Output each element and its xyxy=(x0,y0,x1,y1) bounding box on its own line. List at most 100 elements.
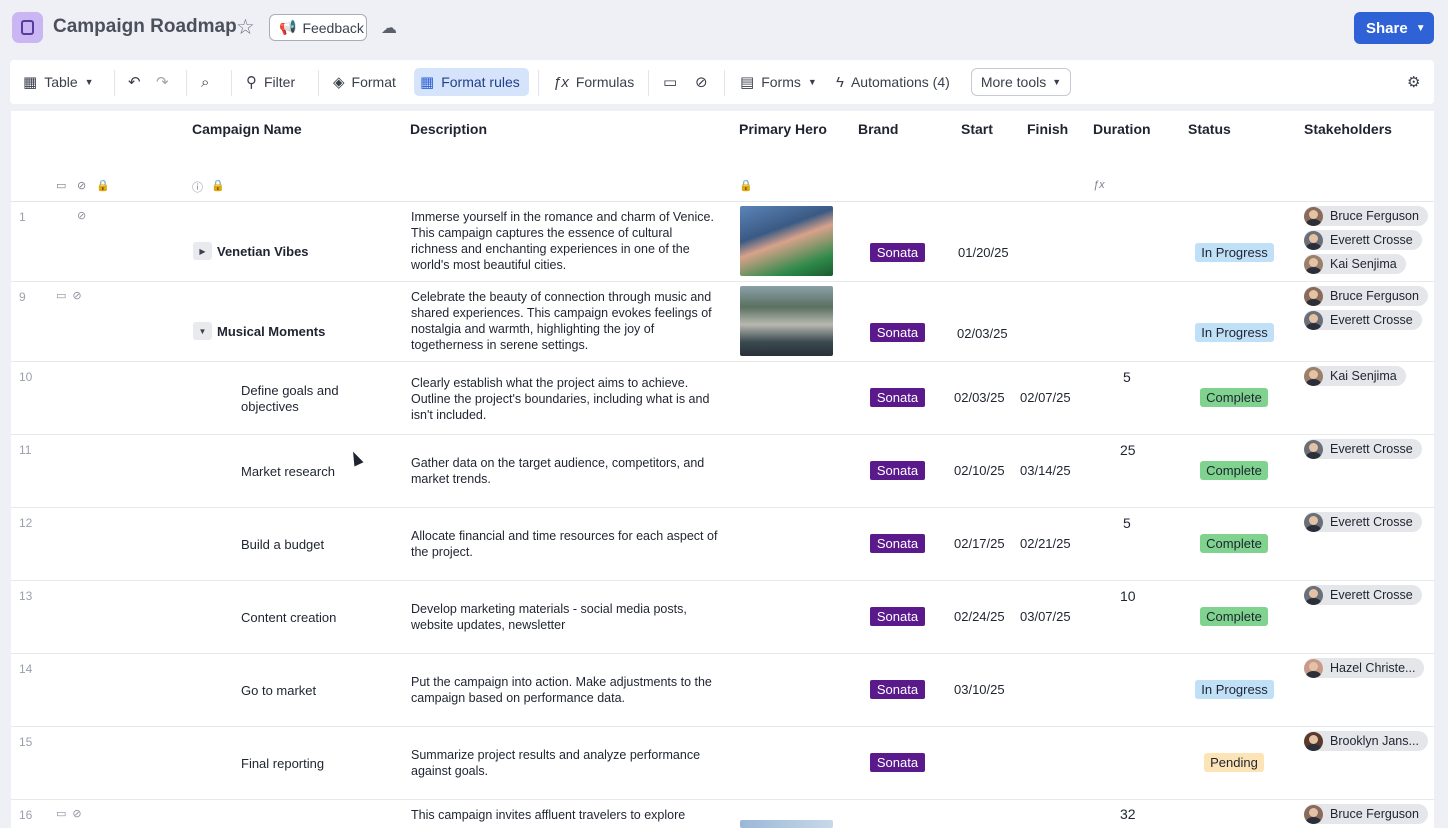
formulas-button[interactable]: ƒx Formulas xyxy=(553,60,634,104)
campaign-name[interactable]: Venetian Vibes xyxy=(217,244,309,259)
status-badge[interactable]: In Progress xyxy=(1195,680,1274,699)
start-date[interactable]: 02/03/25 xyxy=(954,390,1005,405)
brand-tag[interactable]: Sonata xyxy=(870,461,925,480)
table-row[interactable]: 11 Market research Gather data on the ta… xyxy=(11,435,1434,508)
share-button[interactable]: Share ▼ xyxy=(1354,12,1434,44)
brand-tag[interactable]: Sonata xyxy=(870,680,925,699)
paperclip-icon[interactable]: ⊘ xyxy=(77,209,86,222)
column-header-primary-hero[interactable]: Primary Hero xyxy=(739,121,827,137)
stakeholder-chip[interactable]: Everett Crosse xyxy=(1304,230,1422,250)
sheet-title[interactable]: Campaign Roadmap xyxy=(53,16,237,38)
status-badge[interactable]: In Progress xyxy=(1195,323,1274,342)
column-header-start[interactable]: Start xyxy=(961,121,993,137)
brand-tag[interactable]: Sonata xyxy=(870,607,925,626)
more-tools-button[interactable]: More tools ▼ xyxy=(971,68,1071,96)
column-header-description[interactable]: Description xyxy=(410,121,487,137)
description-cell[interactable]: Summarize project results and analyze pe… xyxy=(411,747,721,779)
status-badge[interactable]: Complete xyxy=(1200,388,1268,407)
paperclip-icon[interactable]: ⊘ xyxy=(72,807,81,820)
filter-button[interactable]: ⚲ Filter xyxy=(246,60,295,104)
paperclip-icon[interactable]: ⊘ xyxy=(72,289,81,302)
stakeholder-chip[interactable]: Everett Crosse xyxy=(1304,585,1422,605)
stakeholder-chip[interactable]: Kai Senjima xyxy=(1304,366,1406,386)
format-rules-button[interactable]: ▦ Format rules xyxy=(420,60,520,104)
status-badge[interactable]: Pending xyxy=(1204,753,1264,772)
stakeholder-chip[interactable]: Hazel Christe... xyxy=(1304,658,1425,678)
start-date[interactable]: 02/24/25 xyxy=(954,609,1005,624)
table-row[interactable]: 1 ⊘ ▶ Venetian Vibes Immerse yourself in… xyxy=(11,202,1434,282)
stakeholder-chip[interactable]: Bruce Ferguson xyxy=(1304,286,1428,306)
start-date[interactable]: 02/03/25 xyxy=(957,326,1008,341)
forms-button[interactable]: ▤ Forms ▼ xyxy=(740,60,817,104)
undo-button[interactable]: ↶ xyxy=(128,60,141,104)
comment-icon[interactable]: ▭ xyxy=(56,289,66,302)
finish-date[interactable]: 02/21/25 xyxy=(1020,536,1071,551)
hero-image-musical[interactable] xyxy=(740,286,833,356)
task-name[interactable]: Build a budget xyxy=(241,537,324,552)
campaign-name[interactable]: Musical Moments xyxy=(217,324,325,339)
finish-date[interactable]: 02/07/25 xyxy=(1020,390,1071,405)
description-cell[interactable]: Put the campaign into action. Make adjus… xyxy=(411,674,721,706)
stakeholder-chip[interactable]: Everett Crosse xyxy=(1304,310,1422,330)
status-badge[interactable]: In Progress xyxy=(1195,243,1274,262)
sheet-app-icon[interactable] xyxy=(12,12,43,43)
column-header-duration[interactable]: Duration xyxy=(1093,121,1151,137)
search-button[interactable]: ⌕ xyxy=(201,60,209,104)
stakeholder-chip[interactable]: Everett Crosse xyxy=(1304,512,1422,532)
start-date[interactable]: 01/20/25 xyxy=(958,245,1009,260)
start-date[interactable]: 03/10/25 xyxy=(954,682,1005,697)
collapse-toggle[interactable]: ▼ xyxy=(193,322,212,340)
duration-value[interactable]: 5 xyxy=(1123,515,1131,531)
stakeholder-chip[interactable]: Brooklyn Jans... xyxy=(1304,731,1428,751)
table-row[interactable]: 12 Build a budget Allocate financial and… xyxy=(11,508,1434,581)
task-name[interactable]: Market research xyxy=(241,464,335,479)
brand-tag[interactable]: Sonata xyxy=(870,534,925,553)
cloud-sync-icon[interactable]: ☁ xyxy=(381,18,397,38)
description-cell[interactable]: Develop marketing materials - social med… xyxy=(411,601,721,633)
table-row[interactable]: 10 Define goals and objectives Clearly e… xyxy=(11,362,1434,435)
table-row[interactable]: 9 ▭ ⊘ ▼ Musical Moments Celebrate the bea… xyxy=(11,282,1434,362)
status-badge[interactable]: Complete xyxy=(1200,607,1268,626)
description-cell[interactable]: Celebrate the beauty of connection throu… xyxy=(411,289,721,353)
table-row[interactable]: 16 ▭ ⊘ This campaign invites affluent tra… xyxy=(11,800,1434,828)
stakeholder-chip[interactable]: Kai Senjima xyxy=(1304,254,1406,274)
view-selector[interactable]: ▦ Table ▼ xyxy=(23,60,94,104)
description-cell[interactable]: Allocate financial and time resources fo… xyxy=(411,528,721,560)
start-date[interactable]: 02/10/25 xyxy=(954,463,1005,478)
brand-tag[interactable]: Sonata xyxy=(870,323,925,342)
duration-value[interactable]: 5 xyxy=(1123,369,1131,385)
brand-tag[interactable]: Sonata xyxy=(870,243,925,262)
stakeholder-chip[interactable]: Bruce Ferguson xyxy=(1304,206,1428,226)
hero-image-venice[interactable] xyxy=(740,206,833,276)
column-header-campaign-name[interactable]: Campaign Name xyxy=(192,121,302,137)
attachments-button[interactable]: ⊘ xyxy=(695,60,708,104)
stakeholder-chip[interactable]: Bruce Ferguson xyxy=(1304,804,1428,824)
description-cell[interactable]: Gather data on the target audience, comp… xyxy=(411,455,721,487)
automations-button[interactable]: ϟ Automations (4) xyxy=(836,60,950,104)
start-date[interactable]: 02/17/25 xyxy=(954,536,1005,551)
table-row[interactable]: 15 Final reporting Summarize project res… xyxy=(11,727,1434,800)
task-name[interactable]: Content creation xyxy=(241,610,336,625)
description-cell[interactable]: Clearly establish what the project aims … xyxy=(411,375,721,423)
brand-tag[interactable]: Sonata xyxy=(870,388,925,407)
redo-button[interactable]: ↷ xyxy=(156,60,169,104)
duration-value[interactable]: 32 xyxy=(1120,806,1136,822)
description-cell[interactable]: Immerse yourself in the romance and char… xyxy=(411,209,721,273)
comments-button[interactable]: ▭ xyxy=(663,60,677,104)
finish-date[interactable]: 03/07/25 xyxy=(1020,609,1071,624)
column-header-finish[interactable]: Finish xyxy=(1027,121,1068,137)
comment-icon[interactable]: ▭ xyxy=(56,807,66,820)
star-icon[interactable]: ☆ xyxy=(236,15,255,40)
column-header-status[interactable]: Status xyxy=(1188,121,1231,137)
info-icon[interactable]: ⓘ xyxy=(192,179,203,195)
stakeholder-chip[interactable]: Everett Crosse xyxy=(1304,439,1422,459)
settings-button[interactable]: ⚙ xyxy=(1407,60,1420,104)
task-name[interactable]: Define goals and objectives xyxy=(241,383,381,415)
brand-tag[interactable]: Sonata xyxy=(870,753,925,772)
status-badge[interactable]: Complete xyxy=(1200,461,1268,480)
expand-toggle[interactable]: ▶ xyxy=(193,242,212,260)
duration-value[interactable]: 25 xyxy=(1120,442,1136,458)
column-header-stakeholders[interactable]: Stakeholders xyxy=(1304,121,1392,137)
task-name[interactable]: Go to market xyxy=(241,683,316,698)
task-name[interactable]: Final reporting xyxy=(241,756,324,771)
